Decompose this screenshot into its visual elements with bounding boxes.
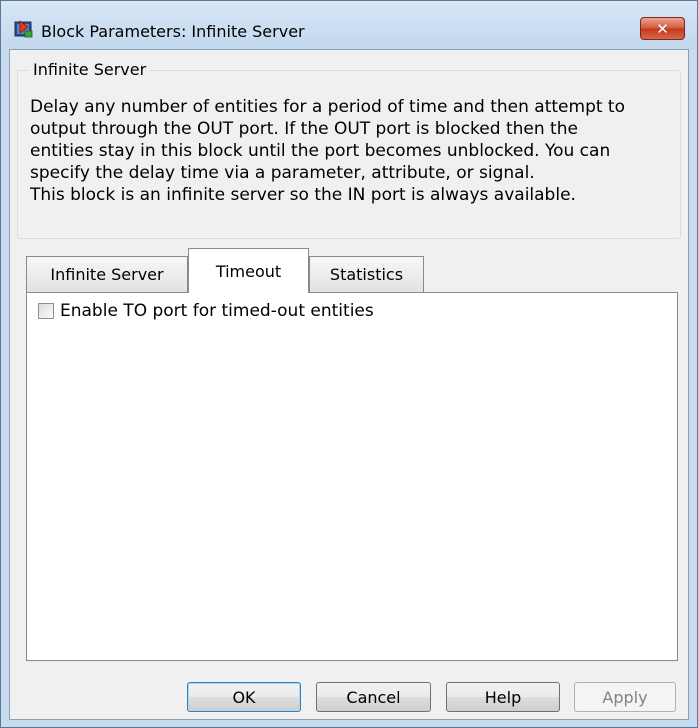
close-button[interactable]: ✕: [640, 17, 685, 40]
description-line: entities stay in this block until the po…: [30, 141, 611, 161]
apply-button-label: Apply: [602, 687, 648, 707]
apply-button: Apply: [574, 682, 676, 712]
help-button[interactable]: Help: [446, 682, 560, 712]
tab-timeout[interactable]: Timeout: [188, 248, 309, 293]
groupbox-title: Infinite Server: [29, 60, 151, 79]
simulink-block-icon: [14, 20, 33, 38]
block-description: Delay any number of entities for a perio…: [30, 96, 625, 206]
tab-label: Infinite Server: [50, 265, 164, 284]
enable-to-port-option[interactable]: Enable TO port for timed-out entities: [38, 301, 374, 321]
help-button-label: Help: [484, 687, 522, 707]
description-line: This block is an infinite server so the …: [30, 185, 576, 205]
tab-label: Statistics: [329, 265, 404, 284]
tab-label: Timeout: [215, 261, 282, 281]
enable-to-port-label[interactable]: Enable TO port for timed-out entities: [60, 301, 374, 321]
timeout-tab-panel: Enable TO port for timed-out entities: [26, 292, 678, 661]
enable-to-port-checkbox[interactable]: [38, 303, 54, 319]
cancel-button-label: Cancel: [346, 687, 401, 707]
ok-button-label: OK: [232, 687, 256, 707]
description-line: specify the delay time via a parameter, …: [30, 163, 535, 183]
window-title: Block Parameters: Infinite Server: [41, 22, 305, 41]
tab-statistics[interactable]: Statistics: [309, 256, 424, 292]
close-icon: ✕: [656, 19, 669, 38]
description-line: output through the OUT port. If the OUT …: [30, 119, 578, 139]
dialog-window: Block Parameters: Infinite Server ✕ Infi…: [0, 0, 698, 728]
tab-infinite-server[interactable]: Infinite Server: [26, 256, 188, 292]
title-bar[interactable]: Block Parameters: Infinite Server ✕: [1, 1, 697, 49]
description-line: Delay any number of entities for a perio…: [30, 97, 625, 117]
dialog-client-area: Infinite Server Delay any number of enti…: [9, 49, 689, 720]
ok-button[interactable]: OK: [187, 682, 301, 712]
cancel-button[interactable]: Cancel: [316, 682, 431, 712]
